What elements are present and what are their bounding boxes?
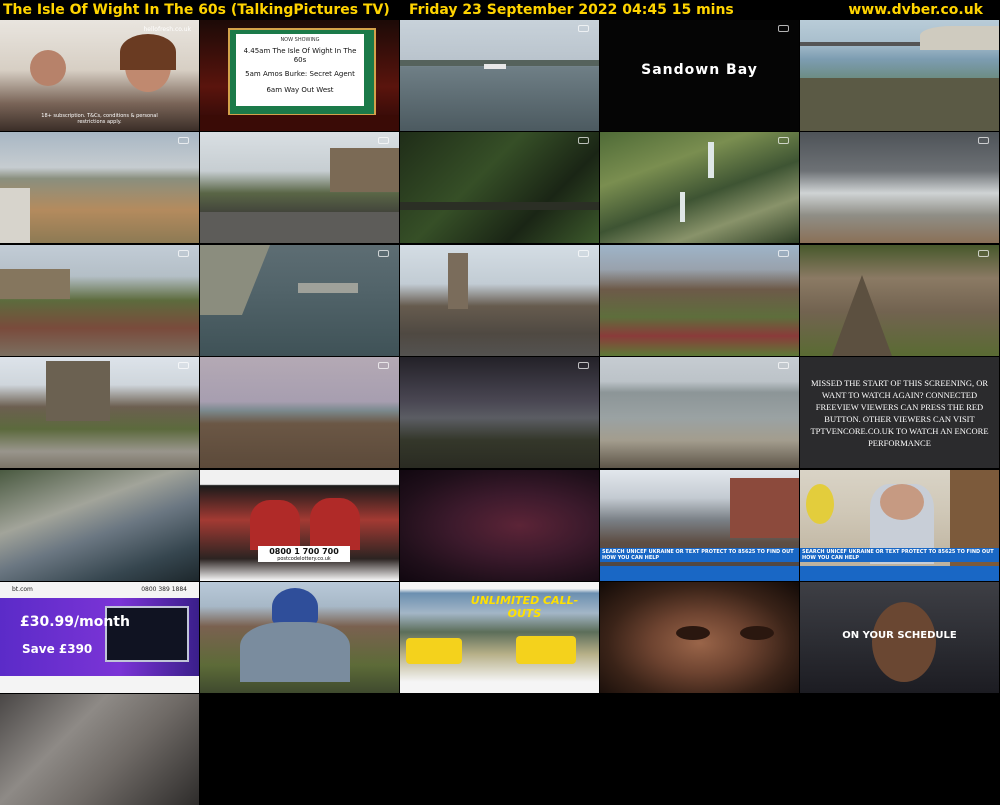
thumbnail-24[interactable]: SEARCH UNICEF UKRAINE OR TEXT PROTECT TO…	[600, 470, 799, 581]
thumbnail-11[interactable]	[0, 245, 199, 356]
channel-logo-icon	[578, 362, 589, 369]
thumbnail-26[interactable]: bt.com 0800 389 1884 £30.99/month Save £…	[0, 582, 199, 693]
thumbnail-19[interactable]	[600, 357, 799, 468]
unicef-banner: SEARCH UNICEF UKRAINE OR TEXT PROTECT TO…	[600, 548, 799, 562]
broadcast-datetime: Friday 23 September 2022 04:45 15 mins	[409, 2, 734, 18]
thumbnail-5[interactable]	[800, 20, 999, 131]
channel-logo-icon	[578, 137, 589, 144]
thumbnail-10[interactable]	[800, 132, 999, 243]
lottery-phone: 0800 1 700 700	[269, 547, 339, 556]
encore-notice: MISSED THE START OF THIS SCREENING, OR W…	[810, 378, 989, 448]
title-bar: The Isle Of Wight In The 60s (TalkingPic…	[0, 0, 1000, 20]
hellofresh-url: hellofresh.co.uk	[143, 26, 191, 33]
bt-save: Save £390	[22, 642, 93, 656]
thumbnail-18[interactable]	[400, 357, 599, 468]
aa-headline: UNLIMITED CALL-OUTS	[470, 594, 579, 620]
thumbnail-13[interactable]	[400, 245, 599, 356]
channel-logo-icon	[978, 137, 989, 144]
thumbnail-9[interactable]	[600, 132, 799, 243]
channel-logo-icon	[778, 362, 789, 369]
channel-logo-icon	[778, 25, 789, 32]
thumbnail-23[interactable]	[400, 470, 599, 581]
schedule-tagline: ON YOUR SCHEDULE	[842, 630, 957, 641]
schedule-line-1: 4.45am The Isle Of Wight In The 60s	[243, 47, 357, 64]
channel-logo-icon	[178, 250, 189, 257]
thumbnail-21[interactable]	[0, 470, 199, 581]
thumbnail-27[interactable]	[200, 582, 399, 693]
thumbnail-8[interactable]	[400, 132, 599, 243]
thumbnail-28[interactable]: UNLIMITED CALL-OUTS	[400, 582, 599, 693]
thumbnail-3[interactable]	[400, 20, 599, 131]
thumbnail-25[interactable]: SEARCH UNICEF UKRAINE OR TEXT PROTECT TO…	[800, 470, 999, 581]
thumbnail-14[interactable]	[600, 245, 799, 356]
channel-logo-icon	[978, 250, 989, 257]
unicef-banner: SEARCH UNICEF UKRAINE OR TEXT PROTECT TO…	[800, 548, 999, 562]
thumbnail-4[interactable]: Sandown Bay	[600, 20, 799, 131]
channel-logo-icon	[578, 250, 589, 257]
thumbnail-22[interactable]: 0800 1 700 700 postcodelottery.co.uk	[200, 470, 399, 581]
thumbnail-31[interactable]	[0, 694, 199, 805]
channel-logo-icon	[178, 362, 189, 369]
thumbnail-7[interactable]	[200, 132, 399, 243]
channel-logo-icon	[378, 362, 389, 369]
thumbnail-12[interactable]	[200, 245, 399, 356]
channel-logo-icon	[578, 25, 589, 32]
channel-logo-icon	[378, 250, 389, 257]
schedule-line-3: 6am Way Out West	[266, 86, 334, 94]
schedule-line-2: 5am Amos Burke: Secret Agent	[245, 70, 355, 78]
bt-url: bt.com	[12, 586, 33, 593]
thumbnail-1[interactable]: hellofresh.co.uk 18+ subscription. T&Cs,…	[0, 20, 199, 131]
lottery-url: postcodelottery.co.uk	[277, 556, 331, 562]
thumbnail-15[interactable]	[800, 245, 999, 356]
thumbnail-20[interactable]: MISSED THE START OF THIS SCREENING, OR W…	[800, 357, 999, 468]
thumbnail-2[interactable]: NOW SHOWING 4.45am The Isle Of Wight In …	[200, 20, 399, 131]
sandown-bay-title: Sandown Bay	[641, 62, 758, 78]
now-showing-label: NOW SHOWING	[280, 37, 320, 43]
thumbnail-17[interactable]	[200, 357, 399, 468]
hellofresh-terms: 18+ subscription. T&Cs, conditions & per…	[41, 113, 158, 125]
site-link[interactable]: www.dvber.co.uk	[848, 0, 983, 20]
channel-logo-icon	[378, 137, 389, 144]
thumbnail-30[interactable]: ON YOUR SCHEDULE	[800, 582, 999, 693]
channel-logo-icon	[778, 250, 789, 257]
bt-phone: 0800 389 1884	[141, 586, 187, 593]
channel-logo-icon	[178, 137, 189, 144]
programme-title: The Isle Of Wight In The 60s (TalkingPic…	[3, 2, 390, 18]
thumbnail-29[interactable]	[600, 582, 799, 693]
thumbnail-grid: hellofresh.co.uk 18+ subscription. T&Cs,…	[0, 20, 1000, 805]
channel-logo-icon	[778, 137, 789, 144]
thumbnail-6[interactable]	[0, 132, 199, 243]
thumbnail-16[interactable]	[0, 357, 199, 468]
bt-price: £30.99/month	[20, 614, 130, 630]
